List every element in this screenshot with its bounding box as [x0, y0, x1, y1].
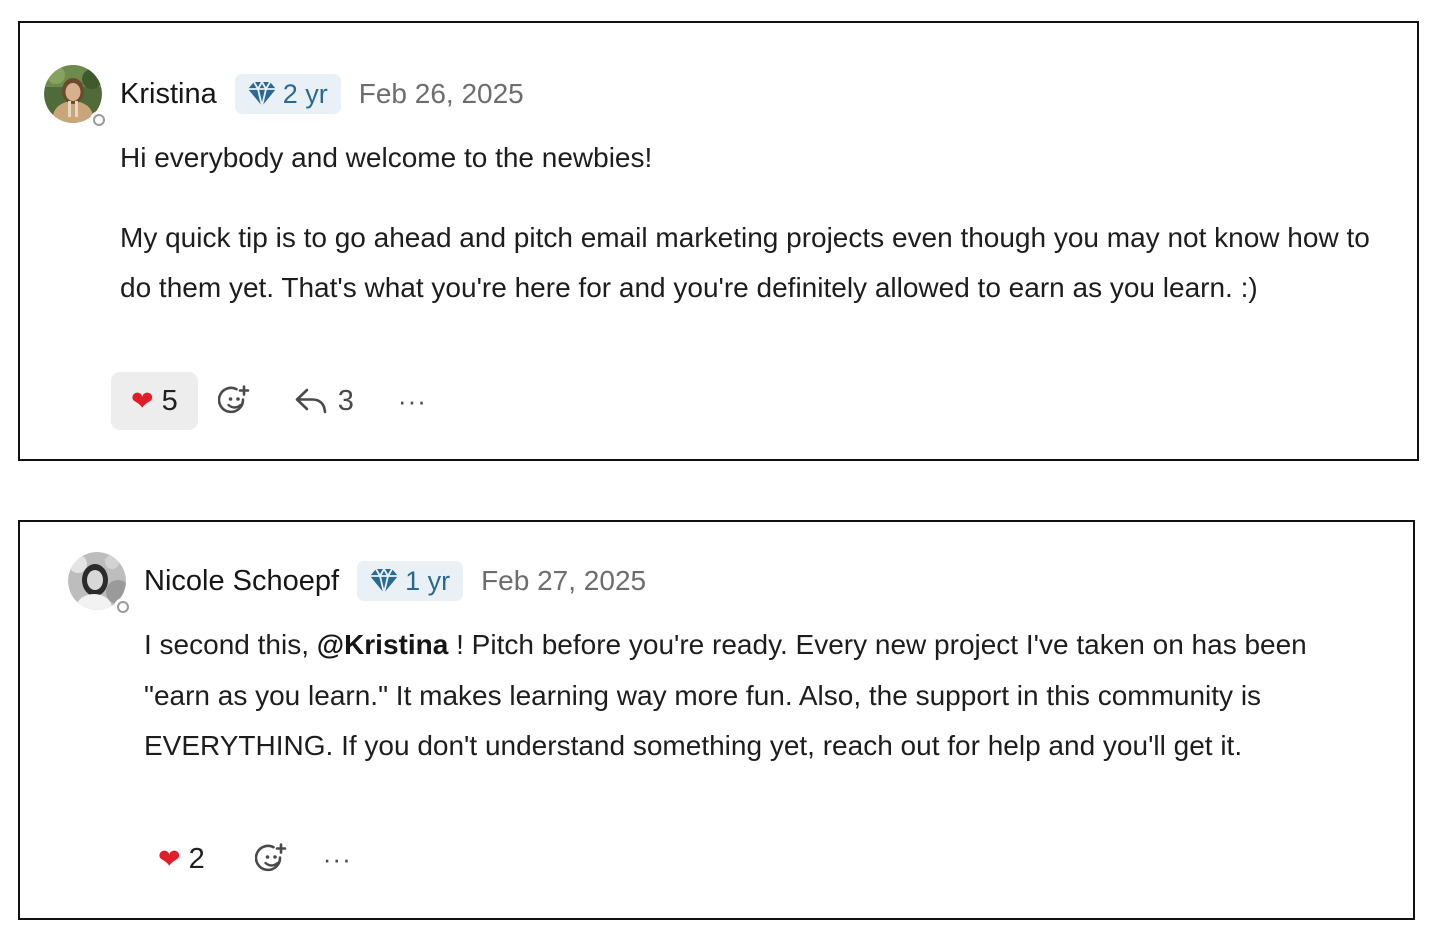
- reply-count: 3: [337, 384, 354, 417]
- comment-card: Nicole Schoepf 1 yr Feb 27, 2025 I secon…: [18, 520, 1415, 920]
- heart-icon: ❤: [158, 843, 181, 874]
- user-mention-link[interactable]: @Kristina: [317, 629, 449, 660]
- comment-date[interactable]: Feb 27, 2025: [481, 565, 646, 597]
- presence-indicator-icon: [90, 111, 108, 129]
- reaction-count: 5: [161, 384, 178, 417]
- comment-header: Kristina 2 yr Feb 26, 2025: [120, 74, 524, 114]
- reply-arrow-icon: [295, 388, 327, 414]
- comment-card: Kristina 2 yr Feb 26, 2025 Hi everybody …: [18, 21, 1419, 461]
- comment-paragraph: My quick tip is to go ahead and pitch em…: [120, 221, 1370, 304]
- more-options-button[interactable]: ···: [323, 844, 352, 875]
- add-reaction-button[interactable]: [217, 372, 252, 430]
- membership-badge[interactable]: 2 yr: [234, 74, 341, 114]
- heart-reaction-button[interactable]: ❤ 5: [111, 372, 198, 430]
- badge-label: 2 yr: [282, 78, 328, 109]
- heart-icon: ❤: [131, 385, 154, 416]
- more-options-button[interactable]: ···: [398, 386, 427, 417]
- membership-badge[interactable]: 1 yr: [357, 561, 464, 601]
- badge-label: 1 yr: [405, 565, 451, 596]
- comment-text: I second this,: [144, 629, 317, 660]
- author-name[interactable]: Nicole Schoepf: [144, 565, 339, 598]
- add-reaction-button[interactable]: [254, 830, 289, 888]
- comment-paragraph: Hi everybody and welcome to the newbies!: [120, 142, 653, 173]
- avatar[interactable]: [68, 552, 132, 616]
- reply-button[interactable]: 3: [294, 385, 354, 418]
- diamond-icon: [370, 567, 399, 594]
- comment-body: Hi everybody and welcome to the newbies!…: [120, 133, 1395, 314]
- author-name[interactable]: Kristina: [120, 78, 217, 111]
- add-emoji-icon: [217, 385, 250, 414]
- comment-actions: ❤ 2 ···: [138, 830, 352, 888]
- comment-paragraph: I second this, @Kristina ! Pitch before …: [144, 620, 1379, 772]
- reaction-count: 2: [188, 842, 205, 875]
- comment-header: Nicole Schoepf 1 yr Feb 27, 2025: [144, 561, 646, 601]
- comment-date[interactable]: Feb 26, 2025: [359, 78, 524, 110]
- diamond-icon: [247, 80, 276, 107]
- avatar[interactable]: [44, 65, 108, 129]
- heart-reaction-button[interactable]: ❤ 2: [138, 830, 225, 888]
- presence-indicator-icon: [114, 598, 132, 616]
- add-emoji-icon: [254, 843, 287, 872]
- comment-body: I second this, @Kristina ! Pitch before …: [144, 620, 1379, 772]
- comment-actions: ❤ 5 3 ···: [111, 372, 427, 430]
